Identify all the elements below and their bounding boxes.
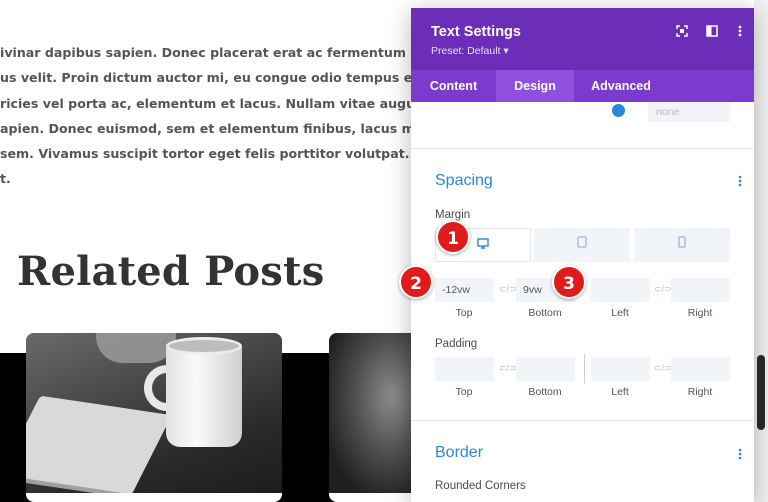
desktop-icon xyxy=(477,238,489,252)
related-post-card[interactable] xyxy=(329,333,419,502)
step-badge-1: 1 xyxy=(436,220,470,254)
tab-advanced[interactable]: Advanced xyxy=(574,70,668,102)
padding-top-input[interactable] xyxy=(435,357,494,381)
panel-body: none Spacing Margin ⊂/⊃ ⊂/⊃ xyxy=(411,102,754,502)
padding-left-label: Left xyxy=(611,386,629,398)
slider-value-field[interactable]: none xyxy=(648,102,730,122)
tab-content[interactable]: Content xyxy=(411,70,496,102)
border-section-title[interactable]: Border xyxy=(435,444,483,462)
paragraph-line: sem. Vivamus suscipit tortor eget felis … xyxy=(0,146,430,162)
screenshot-icon[interactable] xyxy=(673,24,691,42)
slider-handle[interactable] xyxy=(612,104,625,117)
margin-right-input[interactable] xyxy=(671,278,730,302)
settings-tabs: Content Design Advanced xyxy=(411,70,754,102)
padding-label: Padding xyxy=(435,338,478,350)
spacing-section-title[interactable]: Spacing xyxy=(435,172,493,190)
page-scrollbar-thumb[interactable] xyxy=(757,355,765,430)
section-divider xyxy=(411,148,754,149)
margin-left-input[interactable] xyxy=(591,278,650,302)
paragraph-line: us velit. Proin dictum auctor mi, eu con… xyxy=(0,70,430,86)
margin-left-label: Left xyxy=(611,307,629,319)
post-thumbnail[interactable] xyxy=(329,333,419,493)
padding-right-label: Right xyxy=(687,386,713,398)
body-paragraph: ivinar dapibus sapien. Donec placerat er… xyxy=(0,40,430,192)
phone-device-button[interactable] xyxy=(634,228,730,262)
step-badge-2: 2 xyxy=(399,265,433,299)
split-view-icon[interactable] xyxy=(703,24,721,42)
padding-right-input[interactable] xyxy=(671,357,730,381)
link-icon[interactable]: ⊂/⊃ xyxy=(654,363,672,374)
phone-icon xyxy=(678,236,686,251)
link-icon[interactable]: ⊂/⊃ xyxy=(499,363,517,374)
paragraph-line: t. xyxy=(0,171,11,187)
spacing-options-icon[interactable] xyxy=(738,175,742,190)
padding-bottom-label: Bottom xyxy=(528,386,562,398)
related-post-card[interactable] xyxy=(26,333,282,502)
paragraph-line: ricies vel porta ac, elementum et lacus.… xyxy=(0,95,430,111)
input-divider xyxy=(584,354,585,384)
panel-title: Text Settings xyxy=(431,24,521,40)
paragraph-line: ivinar dapibus sapien. Donec placerat er… xyxy=(0,45,430,60)
margin-top-label: Top xyxy=(455,307,473,319)
step-badge-3: 3 xyxy=(552,265,586,299)
related-posts-heading: Related Posts xyxy=(17,248,325,295)
more-icon[interactable] xyxy=(731,24,749,42)
link-icon[interactable]: ⊂/⊃ xyxy=(654,284,672,295)
link-icon[interactable]: ⊂/⊃ xyxy=(499,284,517,295)
padding-left-input[interactable] xyxy=(591,357,650,381)
post-thumbnail[interactable] xyxy=(26,333,282,495)
panel-header[interactable]: Text Settings Preset: Default ▾ xyxy=(411,8,754,70)
margin-top-input[interactable] xyxy=(435,278,494,302)
margin-bottom-label: Bottom xyxy=(528,307,562,319)
paragraph-line: apien. Donec euismod, sem et elementum f… xyxy=(0,120,430,136)
margin-right-label: Right xyxy=(687,307,713,319)
tablet-icon xyxy=(577,236,587,251)
preset-dropdown[interactable]: Preset: Default ▾ xyxy=(431,45,509,57)
rounded-corners-label: Rounded Corners xyxy=(435,480,526,492)
border-options-icon[interactable] xyxy=(738,448,742,463)
padding-top-label: Top xyxy=(455,386,473,398)
tab-design[interactable]: Design xyxy=(496,70,574,102)
padding-bottom-input[interactable] xyxy=(516,357,575,381)
tablet-device-button[interactable] xyxy=(534,228,630,262)
section-divider xyxy=(411,420,754,421)
text-settings-panel: Text Settings Preset: Default ▾ Content … xyxy=(411,8,754,502)
